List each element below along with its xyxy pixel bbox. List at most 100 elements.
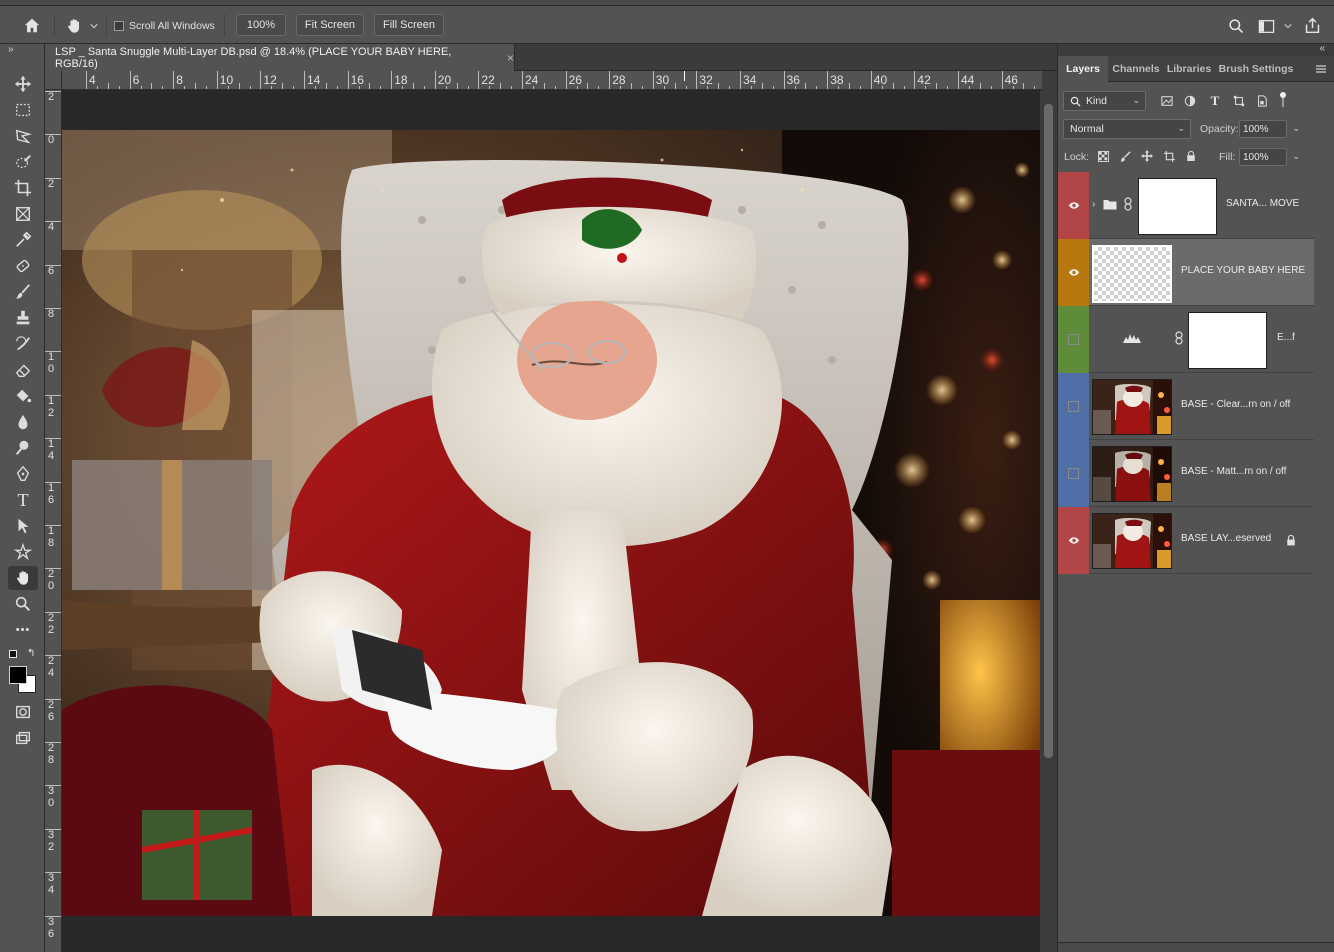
move-tool-icon[interactable]	[8, 72, 38, 96]
share-icon[interactable]	[1302, 15, 1322, 35]
tab-brush-settings[interactable]: Brush Settings	[1218, 56, 1294, 82]
eraser-tool-icon[interactable]	[8, 358, 38, 382]
search-icon[interactable]	[1226, 16, 1246, 36]
layer-row[interactable]: E...f	[1058, 306, 1314, 373]
hand-tool-icon[interactable]	[8, 566, 38, 590]
fit-screen-button[interactable]: Fit Screen	[296, 14, 364, 36]
layer-name[interactable]: SANTA... MOVE	[1226, 198, 1299, 209]
brush-tool-icon[interactable]	[8, 280, 38, 304]
smart-object-filter-icon[interactable]	[1255, 94, 1269, 108]
layer-name[interactable]: PLACE YOUR BABY HERE	[1181, 265, 1305, 276]
type-filter-icon[interactable]: T	[1208, 93, 1222, 108]
eye-visibility-icon[interactable]	[1067, 266, 1081, 278]
tab-libraries[interactable]: Libraries	[1164, 56, 1214, 82]
hand-tool-preset-icon[interactable]	[62, 15, 86, 37]
expand-group-chevron-icon[interactable]: ›	[1092, 199, 1095, 210]
foreground-color-swatch[interactable]	[9, 666, 27, 684]
ruler-left[interactable]: 2024681012141618202224262830323436	[45, 90, 62, 952]
history-brush-tool-icon[interactable]	[8, 332, 38, 356]
visibility-toggle-off[interactable]	[1068, 468, 1079, 479]
fill-field[interactable]: 100% ⌄	[1239, 148, 1300, 166]
checkbox-box[interactable]	[114, 21, 124, 31]
stamp-tool-icon[interactable]	[8, 306, 38, 330]
zoom-100-button[interactable]: 100%	[236, 14, 286, 36]
ruler-minor-tick	[195, 83, 196, 89]
pen-tool-icon[interactable]	[8, 462, 38, 486]
frame-tool-icon[interactable]	[8, 202, 38, 226]
opacity-field[interactable]: 100% ⌄	[1239, 120, 1300, 138]
lock-image-pixels-icon[interactable]	[1118, 149, 1132, 163]
more-tools-icon[interactable]: •••	[8, 618, 38, 642]
home-icon[interactable]	[20, 16, 44, 36]
eye-visibility-icon[interactable]	[1067, 199, 1081, 211]
visibility-toggle-off[interactable]	[1068, 401, 1079, 412]
layer-name[interactable]: BASE - Clear...rn on / off	[1181, 399, 1290, 410]
default-colors-icon[interactable]	[9, 650, 17, 658]
chevron-down-icon[interactable]: ⌄	[1292, 151, 1300, 162]
paint-bucket-tool-icon[interactable]	[8, 384, 38, 408]
marquee-tool-icon[interactable]	[8, 98, 38, 122]
scrollbar-thumb[interactable]	[1044, 104, 1053, 758]
swap-colors-icon[interactable]: ↰	[27, 648, 35, 659]
layer-name[interactable]: BASE - Matt...rn on / off	[1181, 466, 1286, 477]
layer-row[interactable]: BASE LAY...eserved	[1058, 507, 1314, 574]
tab-layers[interactable]: Layers	[1058, 56, 1108, 82]
layer-row[interactable]: PLACE YOUR BABY HERE	[1058, 239, 1314, 306]
layer-thumbnail-transparent[interactable]	[1092, 245, 1172, 303]
chevron-down-icon[interactable]	[88, 20, 100, 32]
lock-all-icon[interactable]	[1184, 149, 1198, 163]
lock-artboard-icon[interactable]	[1162, 149, 1176, 163]
chevron-down-icon[interactable]	[1282, 20, 1294, 32]
chevron-down-icon[interactable]: ⌄	[1292, 123, 1300, 134]
layer-row[interactable]: BASE - Clear...rn on / off	[1058, 373, 1314, 440]
document-tab[interactable]: LSP _ Santa Snuggle Multi-Layer DB.psd @…	[45, 44, 515, 71]
zoom-tool-icon[interactable]	[8, 592, 38, 616]
layer-row[interactable]: BASE - Matt...rn on / off	[1058, 440, 1314, 507]
scroll-all-windows-checkbox[interactable]: Scroll All Windows	[114, 19, 215, 33]
layer-photo-thumbnail[interactable]	[1092, 446, 1172, 502]
layer-photo-thumbnail[interactable]	[1092, 513, 1172, 569]
filter-toggle-icon[interactable]	[1280, 92, 1286, 108]
layer-mask-thumbnail[interactable]	[1188, 312, 1267, 369]
layer-row[interactable]: › SANTA... MOVE	[1058, 172, 1314, 239]
document-canvas[interactable]	[62, 130, 1040, 916]
custom-shape-tool-icon[interactable]	[8, 540, 38, 564]
ruler-origin[interactable]	[45, 71, 62, 90]
crop-tool-icon[interactable]	[8, 176, 38, 200]
close-icon[interactable]: ×	[507, 51, 514, 65]
layer-filter-kind-dropdown[interactable]: Kind ⌄	[1063, 91, 1146, 111]
ruler-minor-tick	[543, 83, 545, 89]
adjustment-filter-icon[interactable]	[1183, 94, 1197, 108]
collapse-panels-icon[interactable]: «	[1319, 43, 1325, 54]
ruler-top[interactable]: 4 6 8 10 12 14 16 18 20 22 24 26 28 30 32 34 36 38 40 42 44 4…	[62, 71, 1042, 90]
document-vertical-scrollbar[interactable]	[1040, 90, 1057, 952]
panel-tabs: Layers Channels Libraries Brush Settings	[1058, 56, 1334, 82]
dodge-tool-icon[interactable]	[8, 436, 38, 460]
eyedropper-tool-icon[interactable]	[8, 228, 38, 252]
lock-position-icon[interactable]	[1140, 149, 1154, 163]
tab-channels[interactable]: Channels	[1112, 56, 1160, 82]
blend-mode-dropdown[interactable]: Normal ⌄	[1063, 119, 1191, 139]
layer-name[interactable]: E...f	[1277, 332, 1295, 343]
layer-photo-thumbnail[interactable]	[1092, 379, 1172, 435]
quick-select-tool-icon[interactable]	[8, 150, 38, 174]
lock-transparent-pixels-icon[interactable]	[1096, 149, 1110, 163]
eye-visibility-icon[interactable]	[1067, 534, 1081, 546]
layers-scrollbar[interactable]	[1314, 172, 1334, 942]
collapse-toolbar-icon[interactable]: »	[8, 44, 14, 55]
visibility-toggle-off[interactable]	[1068, 334, 1079, 345]
screen-mode-icon[interactable]	[8, 726, 38, 750]
lasso-tool-icon[interactable]	[8, 124, 38, 148]
layer-name[interactable]: BASE LAY...eserved	[1181, 533, 1271, 544]
quick-mask-icon[interactable]	[8, 700, 38, 724]
type-tool-icon[interactable]: T	[8, 488, 38, 512]
blur-tool-icon[interactable]	[8, 410, 38, 434]
layer-mask-thumbnail[interactable]	[1138, 178, 1217, 235]
panel-menu-icon[interactable]	[1315, 64, 1327, 74]
shape-filter-icon[interactable]	[1232, 94, 1246, 108]
healing-tool-icon[interactable]	[8, 254, 38, 278]
pixel-filter-icon[interactable]	[1160, 94, 1174, 108]
fill-screen-button[interactable]: Fill Screen	[374, 14, 444, 36]
path-select-tool-icon[interactable]	[8, 514, 38, 538]
workspace-icon[interactable]	[1256, 17, 1276, 35]
